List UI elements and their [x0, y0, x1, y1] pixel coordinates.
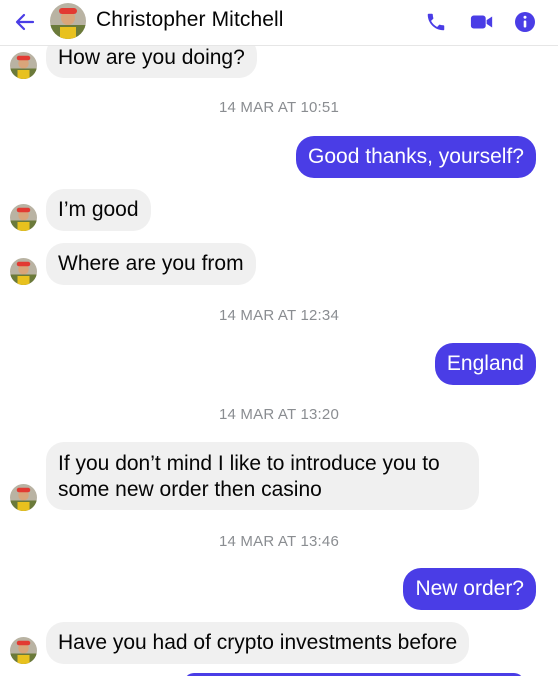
sender-avatar[interactable]: [10, 204, 37, 231]
avatar-image: [10, 637, 37, 664]
video-camera-icon: [470, 15, 493, 29]
contact-avatar[interactable]: [50, 3, 86, 39]
incoming-message[interactable]: I’m good: [46, 189, 151, 231]
timestamp: 14 MAR AT 13:46: [218, 533, 339, 550]
video-call-button[interactable]: [467, 7, 497, 37]
timestamp: 14 MAR AT 12:34: [218, 307, 339, 324]
outgoing-message[interactable]: England: [434, 343, 536, 385]
timestamp: 14 MAR AT 10:51: [218, 99, 339, 116]
sender-avatar[interactable]: [10, 52, 37, 79]
arrow-left-icon: [15, 13, 35, 31]
contact-name[interactable]: Christopher Mitchell: [96, 8, 284, 32]
outgoing-message[interactable]: Good thanks, yourself?: [296, 136, 536, 178]
incoming-message[interactable]: If you don’t mind I like to introduce yo…: [46, 442, 479, 510]
voice-call-button[interactable]: [421, 7, 451, 37]
avatar-image: [10, 484, 37, 511]
phone-icon: [427, 13, 445, 31]
sender-avatar[interactable]: [10, 258, 37, 285]
outgoing-message[interactable]: New order?: [403, 568, 536, 610]
incoming-message[interactable]: Have you had of crypto investments befor…: [46, 622, 470, 664]
sender-avatar[interactable]: [10, 484, 37, 511]
avatar-image: [50, 3, 86, 39]
chat-header: Christopher Mitchell: [0, 0, 558, 46]
avatar-image: [10, 258, 37, 285]
incoming-message[interactable]: Where are you from: [46, 243, 256, 285]
avatar-image: [10, 204, 37, 231]
timestamp: 14 MAR AT 13:20: [218, 406, 339, 423]
sender-avatar[interactable]: [10, 637, 37, 664]
avatar-image: [10, 52, 37, 79]
info-button[interactable]: [510, 7, 540, 37]
back-button[interactable]: [10, 7, 40, 37]
info-icon: [515, 12, 535, 32]
